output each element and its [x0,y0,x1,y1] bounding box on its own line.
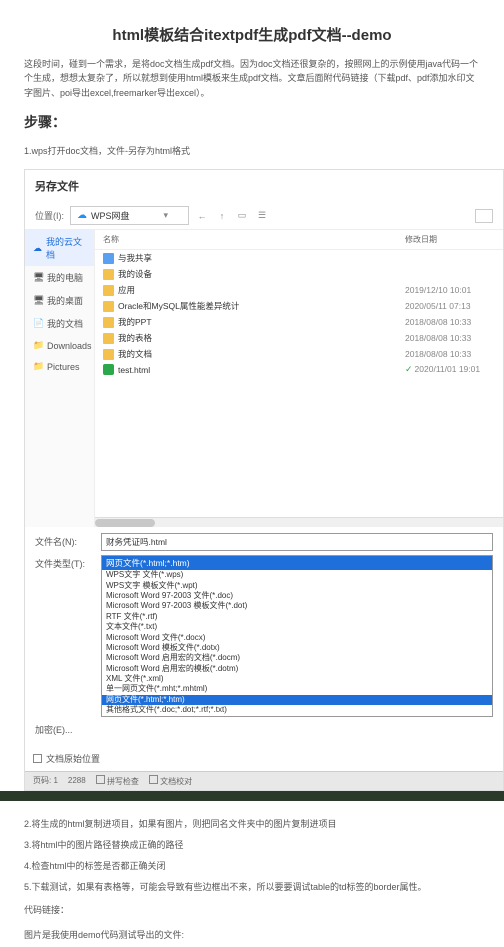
file-row[interactable]: 应用2019/12/10 10:01 [95,282,503,298]
sidebar-icon: 🖥 [33,272,43,283]
sidebar-item[interactable]: 📄我的文档 [25,312,94,335]
sidebar-icon: 📄 [33,318,43,329]
status-proofing[interactable]: 文档校对 [149,775,192,787]
sidebar-item[interactable]: 📁Pictures [25,356,94,377]
filetype-option[interactable]: 网页文件(*.html;*.htm) [102,695,492,705]
page-title: html模板结合itextpdf生成pdf文档--demo [0,0,504,57]
col-date[interactable]: 修改日期 [405,234,495,245]
dialog-toolbar: 位置(I): ☁ WPS网盘 ▾ ← ↑ ▭ ☰ [25,202,503,229]
status-bar: 页码: 1 2288 拼写检查 文档校对 [25,771,503,790]
step-4: 4.检查html中的标签是否都正确关闭 [0,855,504,876]
chevron-down-icon: ▾ [164,210,169,221]
file-icon [103,285,114,296]
filetype-option[interactable]: Microsoft Word 启用宏的文档(*.docm) [102,653,492,663]
sidebar-item[interactable]: 🖥我的桌面 [25,289,94,312]
sidebar: ☁我的云文档🖥我的电脑🖥我的桌面📄我的文档📁Downloads📁Pictures [25,230,95,527]
checkbox-icon [33,754,42,763]
step-1: 1.wps打开doc文档，文件-另存为html格式 [0,140,504,161]
file-icon [103,349,114,360]
view-button[interactable]: ☰ [255,209,269,223]
file-icon [103,333,114,344]
step-5: 5.下载测试，如果有表格等，可能会导致有些边框出不来，所以要要调试table的t… [0,876,504,897]
file-icon [103,364,114,375]
location-value: WPS网盘 [91,209,130,222]
col-name[interactable]: 名称 [103,234,405,245]
check-icon: ✓ [405,364,413,374]
location-dropdown[interactable]: ☁ WPS网盘 ▾ [70,206,189,225]
file-header: 名称 修改日期 [95,230,503,250]
filetype-option[interactable]: WPS文字 文件(*.wps) [102,570,492,580]
filetype-option[interactable]: Microsoft Word 97-2003 文件(*.doc) [102,591,492,601]
editor-strip [0,791,504,801]
file-row[interactable]: 我的设备 [95,266,503,282]
cloud-icon: ☁ [77,210,87,221]
sidebar-icon: ☁ [33,243,42,254]
filetype-selected: 网页文件(*.html;*.htm) [102,556,492,570]
filetype-option[interactable]: XML 文件(*.xml) [102,674,492,684]
filetype-option[interactable]: WPS文字 模板文件(*.wpt) [102,581,492,591]
dialog-title: 另存文件 [25,170,503,202]
filetype-option[interactable]: Microsoft Word 模板文件(*.dotx) [102,643,492,653]
file-row[interactable]: 我的表格2018/08/08 10:33 [95,330,503,346]
intro-text: 这段时间，碰到一个需求，是将doc文档生成pdf文档。因为doc文档还很复杂的，… [0,57,504,100]
file-row[interactable]: test.html✓2020/11/01 19:01 [95,362,503,377]
filetype-label: 文件类型(T): [35,555,95,570]
sidebar-item[interactable]: 🖥我的电脑 [25,266,94,289]
filetype-option[interactable]: 文本文件(*.txt) [102,622,492,632]
filetype-option[interactable]: Microsoft Word 文件(*.docx) [102,633,492,643]
filetype-option[interactable]: Microsoft Word 启用宏的模板(*.dotm) [102,664,492,674]
image-label: 图片是我使用demo代码测试导出的文件: [0,922,504,947]
location-label: 位置(I): [35,209,64,222]
file-list: 名称 修改日期 与我共享我的设备应用2019/12/10 10:01Oracle… [95,230,503,527]
file-icon [103,317,114,328]
file-row[interactable]: 我的文档2018/08/08 10:33 [95,346,503,362]
filename-label: 文件名(N): [35,533,95,548]
sidebar-item[interactable]: ☁我的云文档 [25,230,94,266]
file-row[interactable]: Oracle和MySQL属性能差异统计2020/05/11 07:13 [95,298,503,314]
filetype-dropdown[interactable]: 网页文件(*.html;*.htm) WPS文字 文件(*.wps)WPS文字 … [101,555,493,716]
up-button[interactable]: ↑ [215,209,229,223]
search-input[interactable] [475,209,493,223]
sidebar-icon: 🖥 [33,295,43,306]
file-row[interactable]: 与我共享 [95,250,503,266]
status-page: 页码: 1 [33,775,58,786]
step-3: 3.将html中的图片路径替换成正确的路径 [0,834,504,855]
new-folder-button[interactable]: ▭ [235,209,249,223]
filetype-option[interactable]: 单一网页文件(*.mht;*.mhtml) [102,684,492,694]
file-row[interactable]: 我的PPT2018/08/08 10:33 [95,314,503,330]
save-location-checkbox[interactable]: 文档原始位置 [25,746,503,771]
filetype-option[interactable]: RTF 文件(*.rtf) [102,612,492,622]
status-spellcheck[interactable]: 拼写检查 [96,775,139,787]
save-dialog: 另存文件 位置(I): ☁ WPS网盘 ▾ ← ↑ ▭ ☰ ☁我的云文档🖥我的电… [24,169,504,790]
dialog-body: ☁我的云文档🖥我的电脑🖥我的桌面📄我的文档📁Downloads📁Pictures… [25,229,503,527]
code-link-label: 代码链接： [0,897,504,922]
filename-input[interactable]: 财务凭证吗.html [101,533,493,551]
filetype-option[interactable]: Microsoft Word 97-2003 模板文件(*.dot) [102,601,492,611]
horizontal-scrollbar[interactable] [95,517,503,527]
file-icon [103,269,114,280]
status-zoom: 2288 [68,776,86,785]
sidebar-item[interactable]: 📁Downloads [25,335,94,356]
step-2: 2.将生成的html复制进项目，如果有图片，则把同名文件夹中的图片复制进项目 [0,813,504,834]
scrollbar-thumb[interactable] [95,519,155,527]
steps-heading: 步骤： [0,100,504,140]
sidebar-icon: 📁 [33,361,43,372]
file-icon [103,253,114,264]
back-button[interactable]: ← [195,209,209,223]
encrypt-label[interactable]: 加密(E)... [35,721,95,736]
sidebar-icon: 📁 [33,340,43,351]
filetype-option[interactable]: 其他格式文件(*.doc;*.dot;*.rtf;*.txt) [102,705,492,715]
file-icon [103,301,114,312]
